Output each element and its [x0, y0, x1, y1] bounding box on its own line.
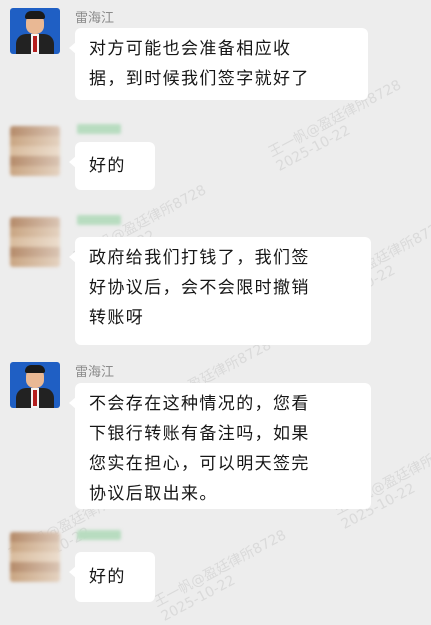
- message-bubble[interactable]: 好的: [69, 142, 155, 190]
- blurred-avatar[interactable]: [10, 126, 60, 176]
- message-bubble[interactable]: 政府给我们打钱了，我们签 好协议后，会不会限时撤销 转账呀: [69, 237, 371, 345]
- blurred-avatar[interactable]: [10, 217, 60, 267]
- blurred-sender-name: [77, 124, 121, 134]
- message-bubble[interactable]: 好的: [69, 552, 155, 602]
- chat-message: 好的: [10, 528, 431, 606]
- lawyer-avatar[interactable]: [10, 8, 60, 54]
- message-bubble[interactable]: 不会存在这种情况的，您看 下银行转账有备注吗，如果 您实在担心，可以明天签完 协…: [69, 383, 371, 509]
- chat-message: 雷海江 对方可能也会准备相应收 据，到时候我们签字就好了: [10, 8, 431, 103]
- blurred-sender-name: [77, 530, 121, 540]
- chat-message: 好的: [10, 122, 431, 192]
- message-bubble[interactable]: 对方可能也会准备相应收 据，到时候我们签字就好了: [69, 28, 368, 100]
- lawyer-avatar[interactable]: [10, 362, 60, 408]
- sender-name: 雷海江: [75, 365, 115, 380]
- blurred-sender-name: [77, 215, 121, 225]
- blurred-avatar[interactable]: [10, 532, 60, 582]
- chat-message: 政府给我们打钱了，我们签 好协议后，会不会限时撤销 转账呀: [10, 213, 431, 345]
- sender-name: 雷海江: [75, 11, 115, 26]
- chat-message: 雷海江 不会存在这种情况的，您看 下银行转账有备注吗，如果 您实在担心，可以明天…: [10, 362, 431, 512]
